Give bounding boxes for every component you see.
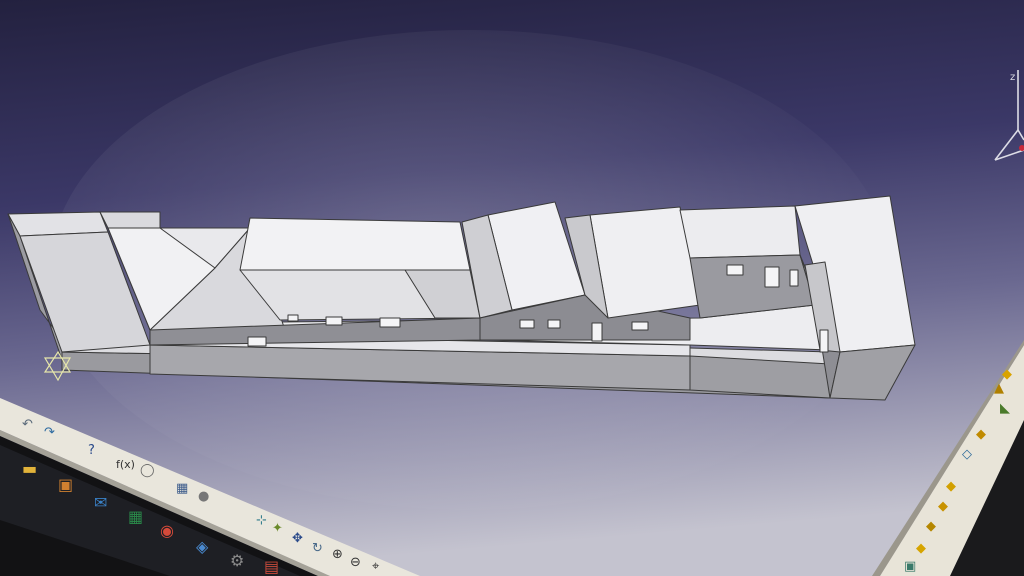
store-icon[interactable]: ▣ [58,477,73,493]
fillet-icon[interactable]: ◆ [946,480,956,494]
screen-photo: z [0,0,1024,576]
shell-icon[interactable]: ◆ [916,542,926,556]
compass-z-label: z [1010,72,1015,83]
window [547,319,561,329]
pocket-icon[interactable]: ◣ [1000,402,1010,416]
window [247,336,267,347]
mail-icon[interactable]: ✉ [94,495,107,511]
right-flat-top [679,205,801,259]
door [764,266,780,288]
window [287,314,299,322]
settings-icon[interactable]: ⚙ [230,553,244,569]
window [325,316,343,326]
select-icon[interactable]: ⊹ [256,514,267,528]
fly-icon[interactable]: ✦ [272,522,283,536]
window [631,321,649,331]
undo-icon[interactable]: ↶ [22,418,33,432]
door [591,322,603,342]
shaft-icon[interactable]: ◆ [976,428,986,442]
zoom-out-icon[interactable]: ⊖ [350,556,361,570]
zoom-in-icon[interactable]: ⊕ [332,548,343,562]
calendar-icon[interactable]: ▤ [264,559,279,575]
comment-icon[interactable]: ◯ [140,464,155,478]
sphere-icon[interactable]: ● [198,490,209,504]
pan-icon[interactable]: ✥ [292,532,303,546]
app-icon[interactable]: ◈ [196,539,208,555]
window [726,264,744,276]
side-wall-right-segment [689,355,831,399]
file-explorer-icon[interactable]: ▬ [22,461,37,477]
rotate-icon[interactable]: ↻ [312,542,323,556]
window [379,317,401,328]
image-icon[interactable]: ▦ [176,482,188,496]
excel-icon[interactable]: ▦ [128,509,143,525]
help-icon[interactable]: ? [88,444,95,458]
redo-icon[interactable]: ↷ [44,426,55,440]
pad-icon[interactable]: ▲ [994,382,1004,396]
part-icon[interactable]: ◆ [1002,368,1012,382]
formula-icon[interactable]: f(x) [116,458,135,472]
chrome-icon[interactable]: ◉ [160,523,174,539]
window [819,329,829,353]
wall-under-hip [99,211,161,229]
long-roof-top [239,217,471,271]
chamfer-icon[interactable]: ◆ [938,500,948,514]
draft-icon[interactable]: ◆ [926,520,936,534]
window [519,319,535,329]
window [789,269,799,287]
groove-icon[interactable]: ◇ [962,448,972,462]
thickness-icon[interactable]: ▣ [904,560,916,574]
normal-view-icon[interactable]: ⌖ [372,560,379,574]
